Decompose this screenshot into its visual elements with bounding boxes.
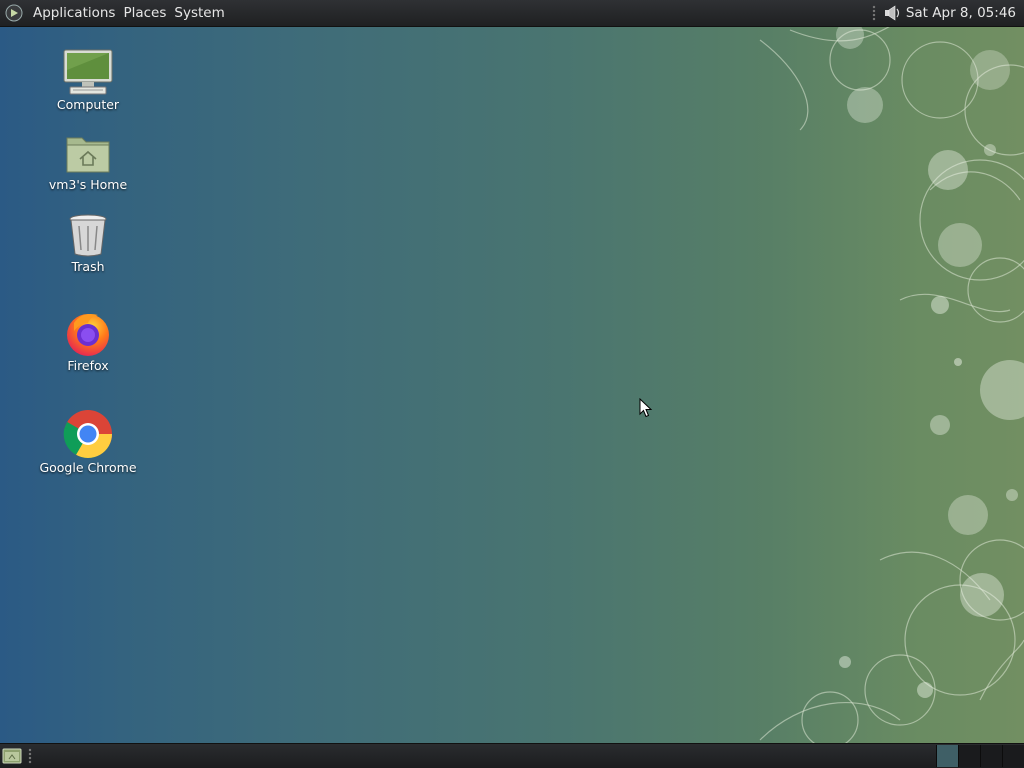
- panel-handle[interactable]: [28, 748, 32, 764]
- applications-menu[interactable]: Applications: [29, 0, 119, 26]
- desktop-icon-label: Firefox: [67, 358, 109, 373]
- clock[interactable]: Sat Apr 8, 05:46: [902, 5, 1020, 21]
- trash-icon: [69, 214, 107, 257]
- desktop-icon-trash[interactable]: Trash: [28, 212, 148, 274]
- desktop-icon-label: Trash: [71, 259, 105, 274]
- workspace-1[interactable]: [936, 745, 958, 767]
- wallpaper-decoration: [759, 19, 1024, 749]
- top-panel: Applications Places System Sat Apr 8, 05…: [0, 0, 1024, 27]
- panel-handle[interactable]: [871, 5, 876, 21]
- desktop-icon-chrome[interactable]: Google Chrome: [28, 409, 148, 475]
- show-desktop-icon[interactable]: [2, 747, 22, 765]
- workspace-switcher: [936, 745, 1024, 767]
- desktop-icon-label: Computer: [56, 97, 120, 112]
- places-menu[interactable]: Places: [119, 0, 170, 26]
- desktop[interactable]: Applications Places System Sat Apr 8, 05…: [0, 0, 1024, 768]
- panel-tray: Sat Apr 8, 05:46: [871, 0, 1020, 26]
- gnome-foot-icon[interactable]: [5, 4, 23, 22]
- chrome-icon: [63, 410, 112, 459]
- system-menu[interactable]: System: [170, 0, 228, 26]
- desktop-icon-home[interactable]: vm3's Home: [28, 132, 148, 192]
- desktop-icon-firefox[interactable]: Firefox: [28, 309, 148, 373]
- mouse-cursor-icon: [639, 398, 653, 418]
- workspace-4[interactable]: [1002, 745, 1024, 767]
- desktop-icon-label: Google Chrome: [39, 460, 137, 475]
- desktop-icon-label: vm3's Home: [48, 177, 128, 192]
- bottom-panel: [0, 743, 1024, 768]
- workspace-3[interactable]: [980, 745, 1002, 767]
- workspace-2[interactable]: [958, 745, 980, 767]
- speaker-icon[interactable]: [882, 3, 902, 23]
- home-folder-icon: [66, 137, 110, 173]
- desktop-icon-computer[interactable]: Computer: [28, 48, 148, 112]
- firefox-icon: [67, 314, 109, 356]
- computer-icon: [63, 49, 113, 95]
